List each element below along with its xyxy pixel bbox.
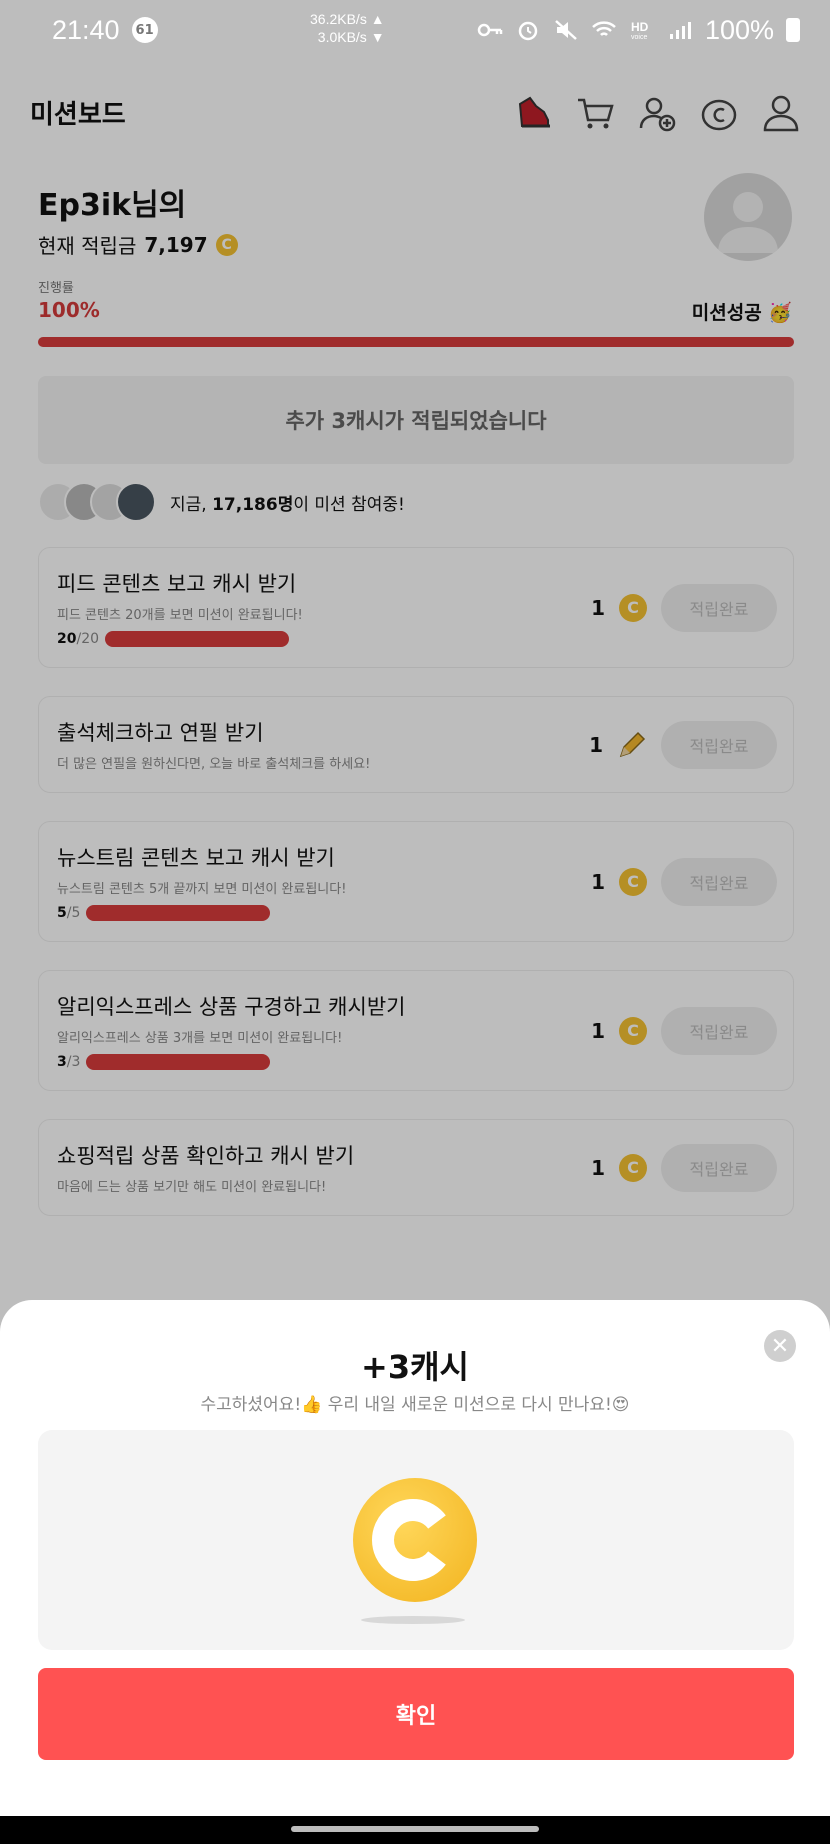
coin-shadow	[361, 1616, 465, 1624]
status-right-group: HD voice 100%	[477, 15, 800, 46]
home-handle[interactable]	[291, 1826, 539, 1832]
notification-count-badge: 61	[131, 17, 158, 43]
signal-icon	[669, 22, 691, 39]
svg-text:voice: voice	[631, 34, 647, 41]
reward-illustration	[38, 1430, 794, 1650]
alarm-icon	[518, 21, 538, 41]
reward-bottom-sheet: ✕ +3캐시 수고하셨어요!👍 우리 내일 새로운 미션으로 다시 만나요!😍 …	[0, 1300, 830, 1816]
battery-percent: 100%	[704, 14, 774, 45]
hd-voice-icon: HDvoice	[631, 20, 649, 41]
key-icon	[477, 23, 503, 37]
svg-text:HD: HD	[631, 20, 649, 34]
big-coin-icon	[353, 1478, 477, 1602]
net-up: 36.2KB/s ▲	[310, 11, 385, 27]
mute-icon	[555, 20, 577, 40]
battery-icon	[786, 18, 800, 42]
network-speed: 36.2KB/s ▲ 3.0KB/s ▼	[310, 10, 385, 46]
status-time: 21:40	[52, 14, 120, 45]
net-down: 3.0KB/s ▼	[317, 29, 385, 45]
confirm-button[interactable]: 확인	[38, 1668, 794, 1760]
wifi-icon	[592, 21, 616, 36]
system-nav-bar	[0, 1816, 830, 1844]
sheet-title: +3캐시	[361, 1348, 469, 1386]
status-bar: 21:40 61 36.2KB/s ▲ 3.0KB/s ▼ HD voice 10…	[0, 0, 830, 60]
sheet-subtitle: 수고하셨어요!👍 우리 내일 새로운 미션으로 다시 만나요!😍	[200, 1395, 630, 1415]
